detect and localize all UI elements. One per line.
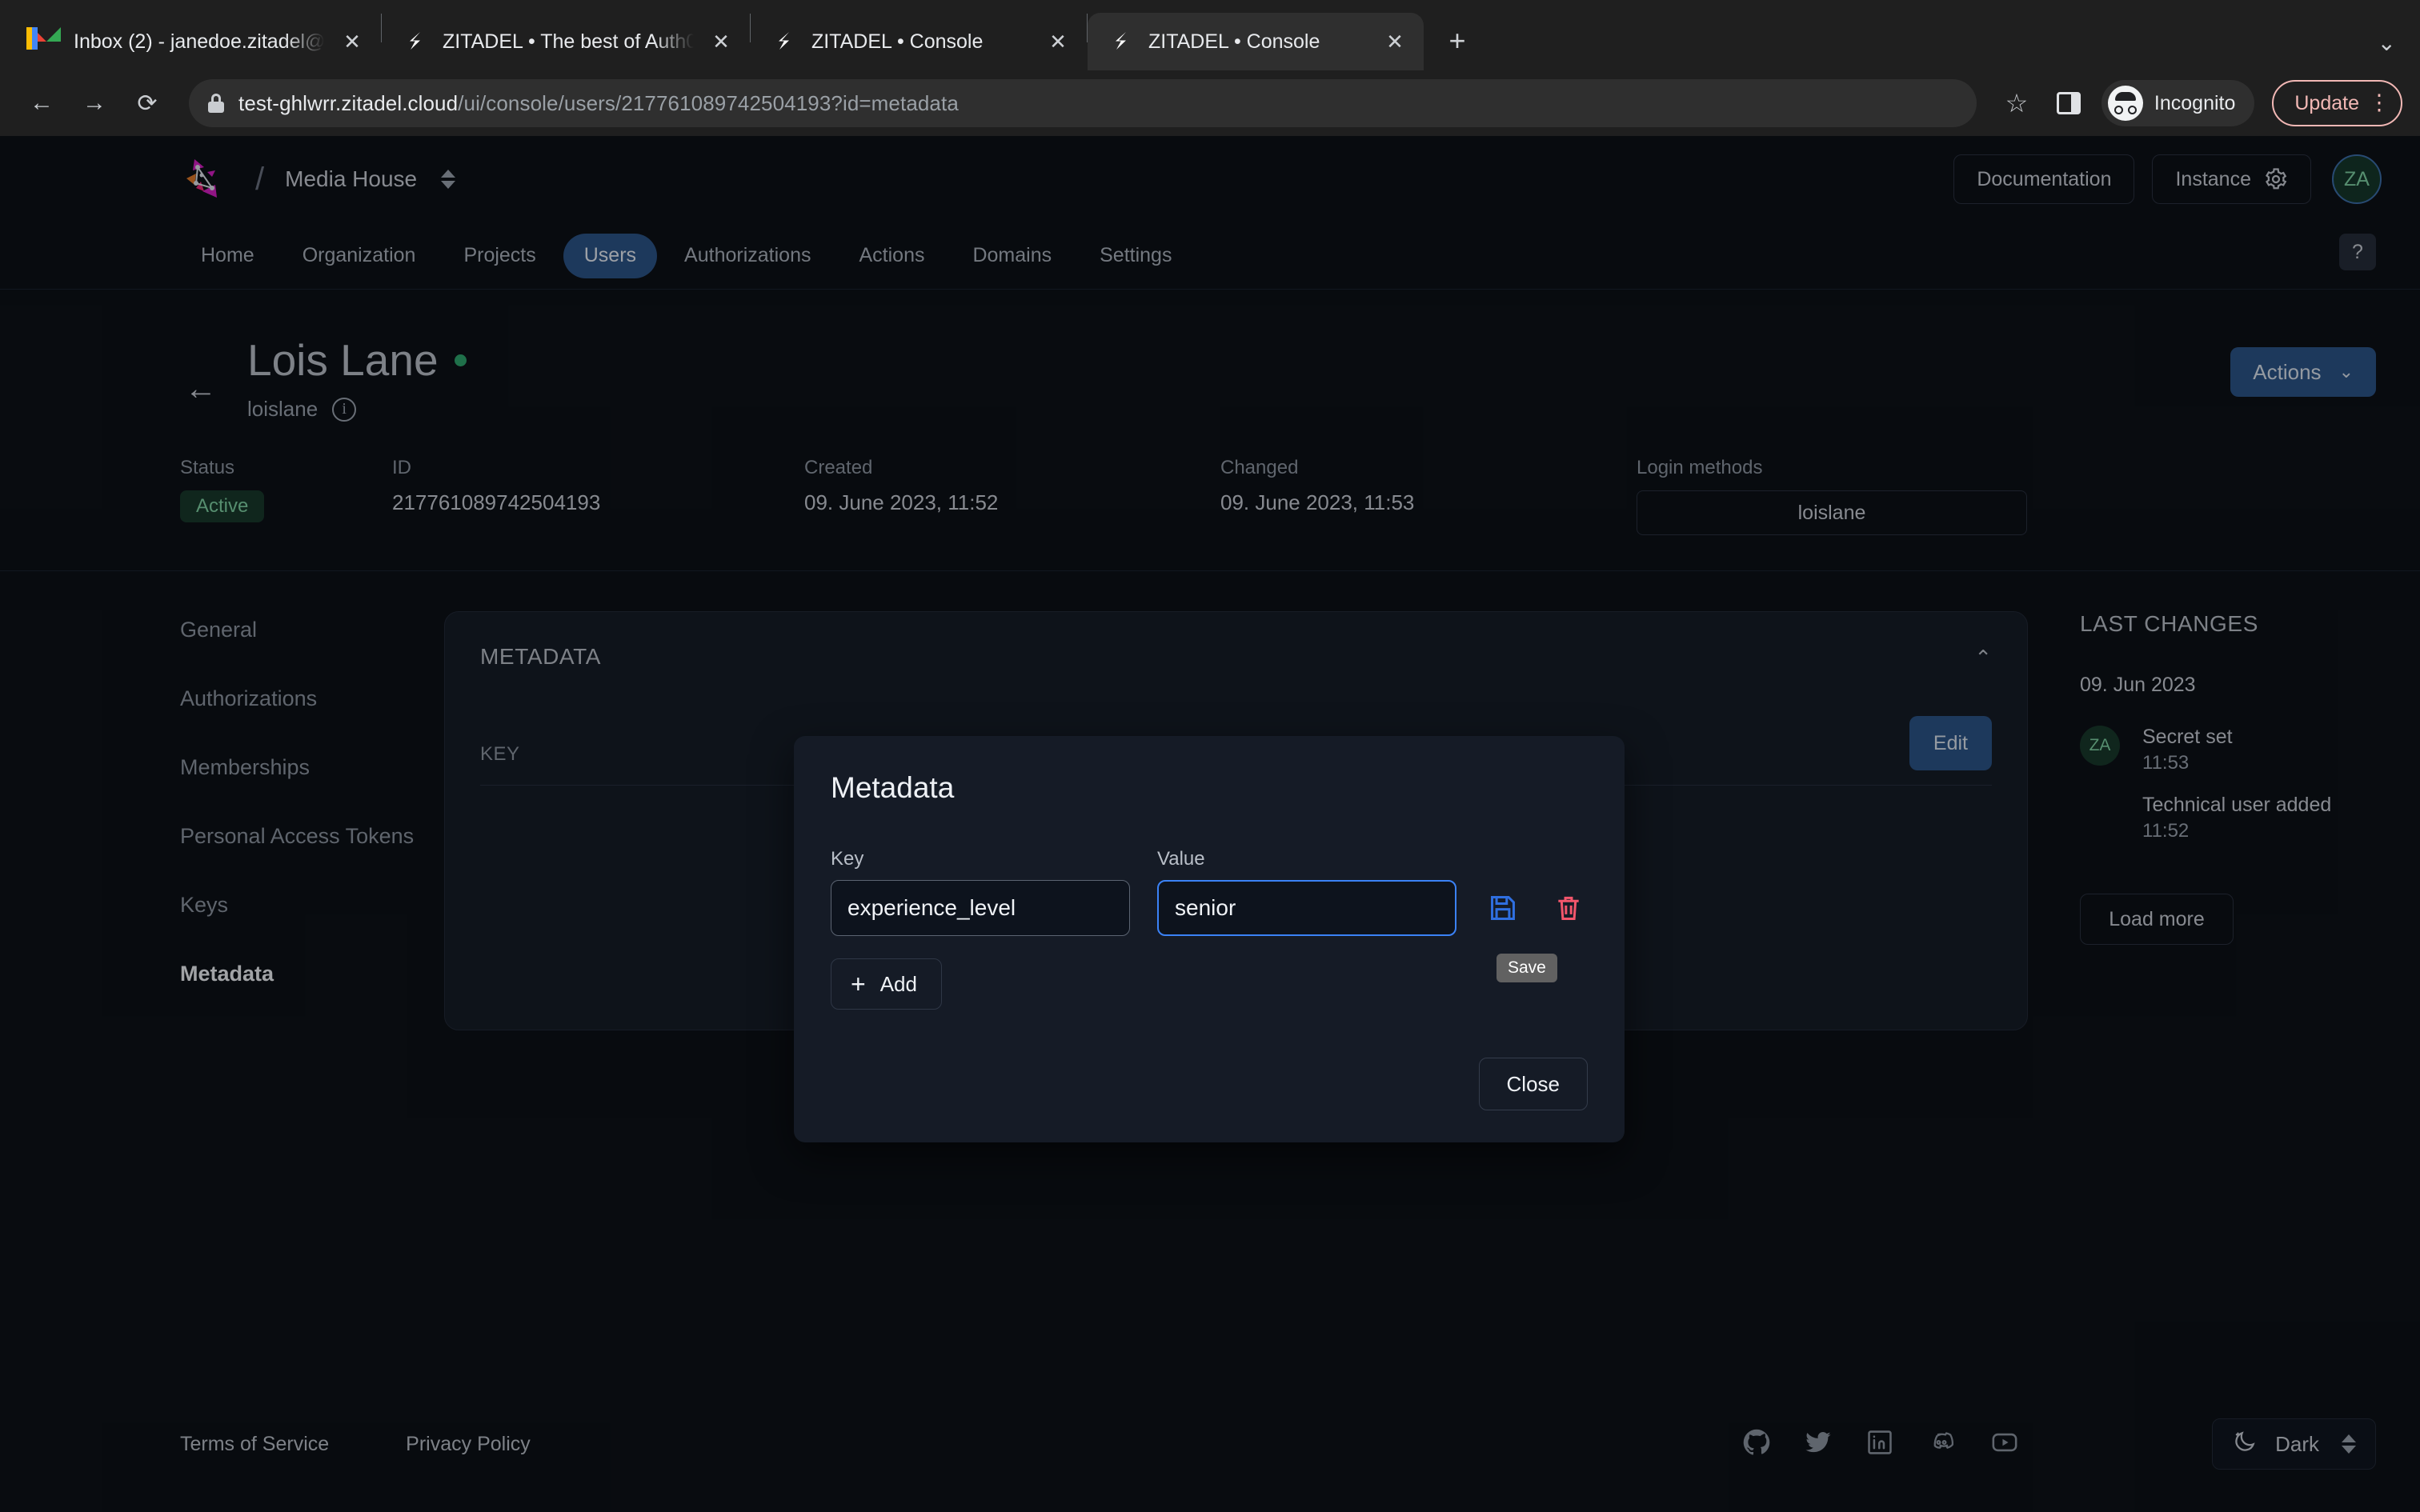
forward-icon[interactable]: → <box>70 79 118 127</box>
browser-tab[interactable]: Inbox (2) - janedoe.zitadel@gm ✕ <box>13 13 381 70</box>
save-tooltip: Save <box>1496 954 1557 982</box>
key-label: Key <box>831 848 864 870</box>
incognito-label: Incognito <box>2154 91 2236 114</box>
browser-tab[interactable]: ZITADEL • Console ✕ <box>751 13 1087 70</box>
incognito-icon <box>2107 86 2143 121</box>
browser-tab[interactable]: ZITADEL • The best of Auth0 a ✕ <box>382 13 750 70</box>
new-tab-icon[interactable]: + <box>1435 19 1480 64</box>
trash-icon[interactable] <box>1549 885 1588 931</box>
dialog-footer: Close <box>831 1058 1588 1110</box>
bookmark-star-icon[interactable]: ☆ <box>1994 88 2039 118</box>
update-button[interactable]: Update ⋮ <box>2272 80 2402 126</box>
tab-title: Inbox (2) - janedoe.zitadel@gm <box>74 30 325 53</box>
close-button[interactable]: Close <box>1478 1058 1588 1110</box>
url-text: test-ghlwrr.zitadel.cloud/ui/console/use… <box>238 91 959 116</box>
value-label: Value <box>1157 848 1205 870</box>
save-icon[interactable] <box>1484 885 1522 931</box>
metadata-field-row: Key Value <box>831 848 1588 936</box>
browser-chrome: Inbox (2) - janedoe.zitadel@gm ✕ ZITADEL… <box>0 0 2420 136</box>
lock-icon <box>208 94 224 113</box>
zitadel-icon <box>770 27 799 56</box>
dialog-title: Metadata <box>831 771 955 804</box>
reload-icon[interactable]: ⟳ <box>123 79 171 127</box>
update-label: Update <box>2294 91 2359 114</box>
tab-title: ZITADEL • Console <box>811 30 984 53</box>
zitadel-icon <box>1107 27 1136 56</box>
close-icon[interactable]: ✕ <box>1380 27 1409 56</box>
value-field-group: Value <box>1157 848 1456 936</box>
close-icon[interactable]: ✕ <box>1044 27 1072 56</box>
close-icon[interactable]: ✕ <box>707 27 735 56</box>
browser-tab-active[interactable]: ZITADEL • Console ✕ <box>1088 13 1424 70</box>
browser-menu-icon[interactable]: ⋮ <box>2366 92 2393 114</box>
tab-strip: Inbox (2) - janedoe.zitadel@gm ✕ ZITADEL… <box>0 0 2420 70</box>
side-panel-icon[interactable] <box>2056 92 2081 114</box>
chevron-down-icon[interactable]: ⌄ <box>2378 32 2396 54</box>
close-icon[interactable]: ✕ <box>338 27 367 56</box>
value-input[interactable] <box>1157 880 1456 936</box>
plus-icon: + <box>851 970 866 998</box>
metadata-dialog: Metadata Key Value <box>794 736 1625 1142</box>
add-row: + Add Save <box>831 954 1588 1010</box>
address-bar[interactable]: test-ghlwrr.zitadel.cloud/ui/console/use… <box>189 79 1977 127</box>
add-label: Add <box>879 971 917 996</box>
gmail-icon <box>26 27 61 56</box>
add-button[interactable]: + Add <box>831 958 942 1010</box>
key-input[interactable] <box>831 880 1130 936</box>
url-domain: test-ghlwrr.zitadel.cloud <box>238 90 459 115</box>
browser-toolbar: ← → ⟳ test-ghlwrr.zitadel.cloud/ui/conso… <box>0 70 2420 136</box>
key-field-group: Key <box>831 848 1130 936</box>
incognito-indicator[interactable]: Incognito <box>2101 80 2255 126</box>
console-app: / Media House Documentation Instance ZA … <box>0 136 2420 1512</box>
url-path: /ui/console/users/217761089742504193?id=… <box>458 90 959 115</box>
tab-title: ZITADEL • Console <box>1148 30 1320 53</box>
tab-title: ZITADEL • The best of Auth0 a <box>443 30 694 53</box>
back-icon[interactable]: ← <box>18 79 66 127</box>
zitadel-icon <box>401 27 430 56</box>
